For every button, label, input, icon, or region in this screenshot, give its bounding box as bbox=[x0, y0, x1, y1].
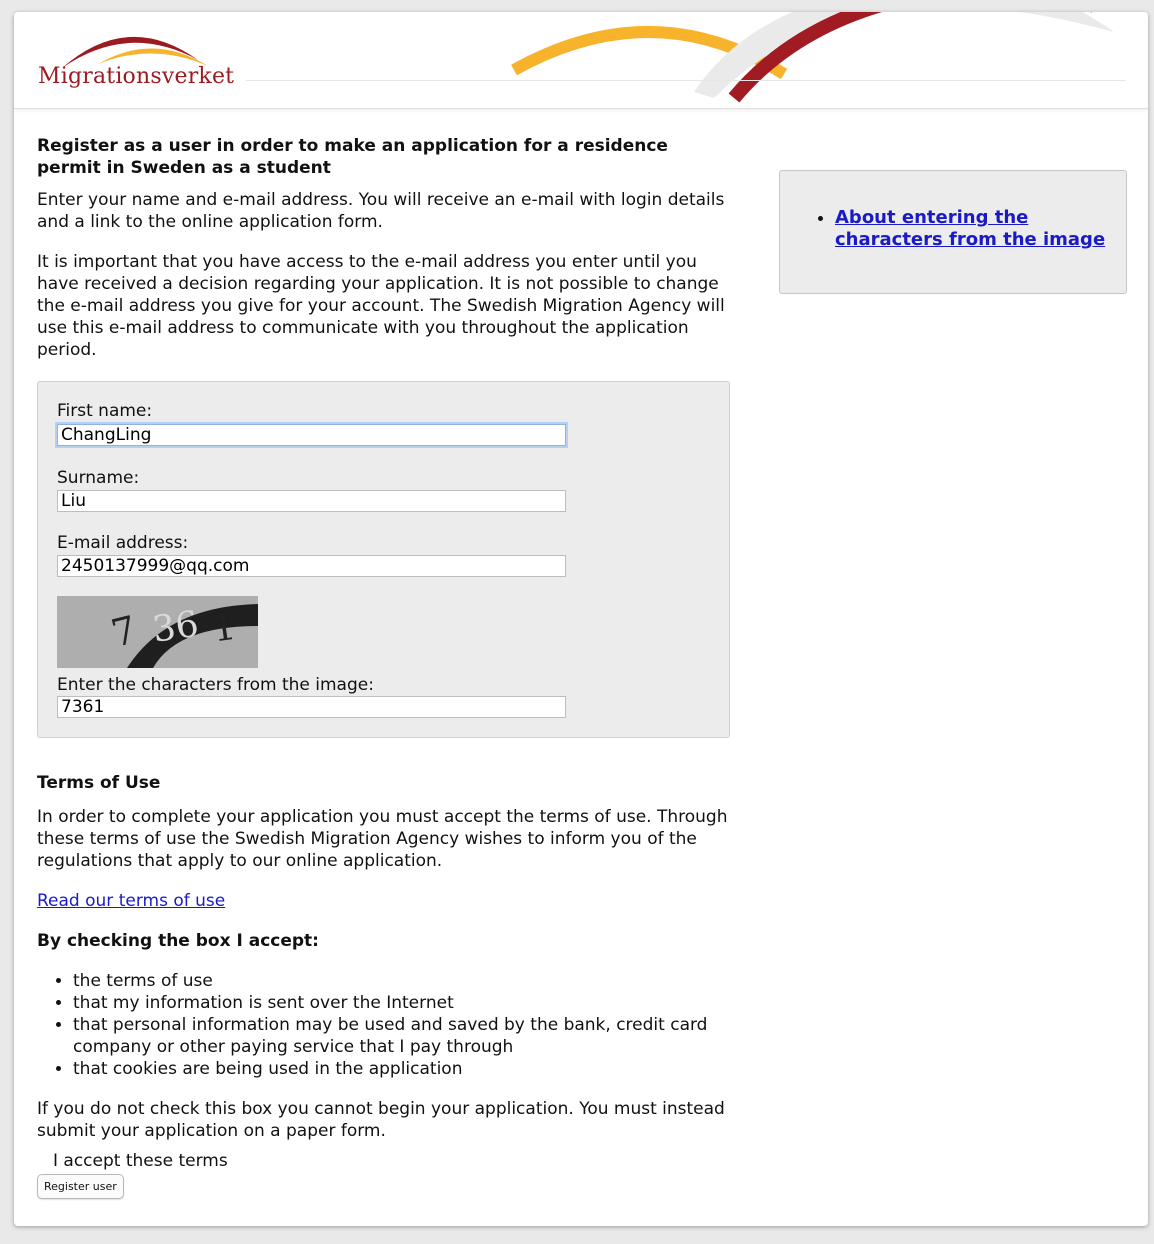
captcha-input[interactable] bbox=[57, 696, 566, 718]
email-label: E-mail address: bbox=[57, 533, 189, 553]
surname-label: Surname: bbox=[57, 468, 140, 488]
sidebar-link-list: About entering the characters from the i… bbox=[780, 171, 1126, 251]
list-item: the terms of use bbox=[73, 970, 737, 992]
sidebar-list-item: About entering the characters from the i… bbox=[835, 207, 1126, 251]
first-name-label: First name: bbox=[57, 401, 153, 421]
page-container: Migrationsverket Register as a user in o… bbox=[14, 12, 1148, 1226]
list-item: that personal information may be used an… bbox=[73, 1014, 737, 1058]
intro-text: Enter your name and e-mail address. You … bbox=[37, 190, 725, 232]
surname-input[interactable] bbox=[57, 490, 566, 512]
site-header: Migrationsverket bbox=[14, 12, 1148, 109]
important-text: It is important that you have access to … bbox=[37, 252, 725, 360]
sidebar-help-box: About entering the characters from the i… bbox=[779, 170, 1127, 294]
captcha-help-link[interactable]: About entering the characters from the i… bbox=[835, 207, 1105, 250]
accept-heading: By checking the box I accept: bbox=[37, 931, 319, 951]
terms-link[interactable]: Read our terms of use bbox=[37, 891, 225, 911]
list-item: that my information is sent over the Int… bbox=[73, 992, 737, 1014]
first-name-input[interactable] bbox=[57, 424, 566, 446]
register-user-button[interactable]: Register user bbox=[37, 1174, 124, 1199]
svg-text:36: 36 bbox=[150, 604, 201, 651]
captcha-image: 7 36 1 bbox=[57, 596, 258, 668]
accept-list: the terms of use that my information is … bbox=[37, 970, 737, 1080]
warning-text: If you do not check this box you cannot … bbox=[37, 1099, 725, 1141]
email-input[interactable] bbox=[57, 555, 566, 577]
accept-terms-label[interactable]: I accept these terms bbox=[53, 1151, 228, 1171]
logo-text[interactable]: Migrationsverket bbox=[38, 64, 234, 89]
captcha-label: Enter the characters from the image: bbox=[57, 675, 374, 695]
header-divider bbox=[246, 80, 1126, 81]
accept-terms-row[interactable]: I accept these terms bbox=[37, 1150, 737, 1172]
terms-heading: Terms of Use bbox=[37, 773, 161, 793]
terms-body: In order to complete your application yo… bbox=[37, 807, 728, 871]
page-title: Register as a user in order to make an a… bbox=[37, 136, 668, 178]
registration-form: First name: Surname: E-mail address: 7 3… bbox=[37, 381, 730, 738]
main-content: Register as a user in order to make an a… bbox=[37, 135, 737, 1199]
list-item: that cookies are being used in the appli… bbox=[73, 1058, 737, 1080]
